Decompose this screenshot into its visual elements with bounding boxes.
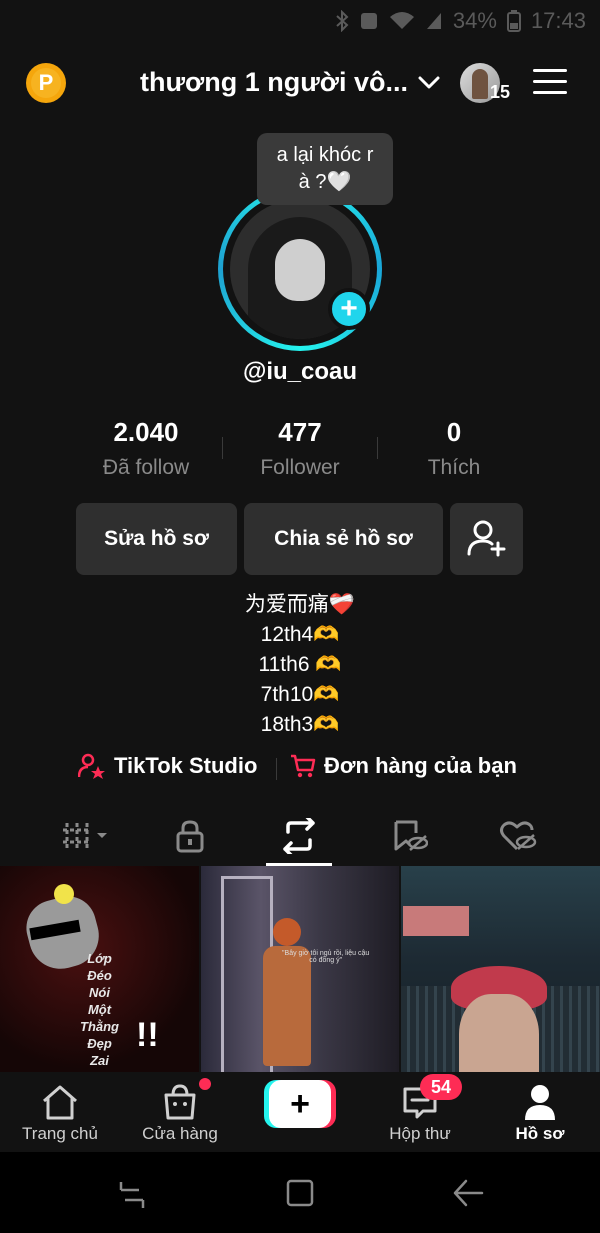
edit-profile-button[interactable]: Sửa hồ sơ <box>76 503 237 575</box>
heart-eye-icon <box>500 821 537 851</box>
back-arrow-icon <box>453 1179 484 1207</box>
bio-line: 为爱而痛❤️‍🩹 <box>244 593 356 616</box>
bookmark-eye-icon <box>394 820 428 851</box>
create-button[interactable]: + <box>264 1080 336 1128</box>
note-line-1: a lại khóc r <box>276 144 374 166</box>
nav-label: Hộp thư <box>389 1124 451 1143</box>
account-name: thương 1 người vô... <box>140 67 408 97</box>
share-profile-button[interactable]: Chia sẻ hồ sơ <box>244 503 443 575</box>
menu-icon[interactable] <box>533 69 567 95</box>
battery-percent: 34% <box>452 8 497 33</box>
nav-label: Trang chủ <box>22 1124 98 1143</box>
bio-line: 11th6 🫶 <box>258 653 342 676</box>
wifi-icon <box>389 12 414 29</box>
battery-icon <box>506 10 521 32</box>
shop-notification-dot <box>199 1078 211 1090</box>
studio-icon <box>78 753 105 779</box>
plus-icon: + <box>269 1080 331 1128</box>
grid-filter-icon <box>63 823 107 849</box>
add-user-icon <box>467 520 505 557</box>
video-thumbnail[interactable]: Lớp Đéo Nói Một Thằng Đẹp Zai !! <box>0 866 199 1072</box>
home-button[interactable] <box>280 1174 320 1212</box>
tiktok-studio-link[interactable]: TikTok Studio <box>78 753 257 779</box>
stat-followers[interactable]: 477 Follower <box>220 417 380 480</box>
home-icon <box>43 1085 77 1120</box>
add-friends-button[interactable] <box>450 503 523 575</box>
stat-label: Đã follow <box>102 456 190 479</box>
repost-icon <box>283 818 315 854</box>
add-story-button[interactable]: + <box>328 288 370 330</box>
signal-icon <box>426 13 441 29</box>
video-thumbnail[interactable] <box>401 866 600 1072</box>
chevron-down-icon <box>418 76 440 88</box>
inbox-count-badge: 54 <box>420 1074 462 1100</box>
stage-screen-image <box>403 906 470 936</box>
divider <box>276 758 277 780</box>
nav-home[interactable]: Trang chủ <box>0 1072 120 1152</box>
username: @iu_coau <box>242 358 358 385</box>
meme-text: Lớp Đéo Nói Một Thằng Đẹp Zai <box>80 951 119 1068</box>
account-switcher[interactable]: thương 1 người vô... <box>140 67 440 98</box>
back-button[interactable] <box>448 1174 488 1212</box>
exclamation-mark: !! <box>136 1016 159 1054</box>
profile-tabs <box>0 806 600 866</box>
bottom-navigation: Trang chủ Cửa hàng + Hộp thư 54 Hồ sơ <box>0 1072 600 1152</box>
stat-value: 2.040 <box>113 417 179 447</box>
recent-apps-button[interactable] <box>112 1174 152 1212</box>
bio-line: 12th4🫶 <box>260 623 340 646</box>
stat-value: 477 <box>278 417 322 447</box>
shopping-bag-icon <box>164 1084 196 1120</box>
stat-label: Follower <box>260 456 340 479</box>
clock: 17:43 <box>530 8 586 33</box>
cart-icon <box>291 754 316 778</box>
nfc-icon <box>360 13 377 29</box>
bio-line: 18th3🫶 <box>260 713 340 736</box>
stat-likes[interactable]: 0 Thích <box>374 417 534 480</box>
person-icon <box>525 1085 555 1120</box>
tab-videos[interactable] <box>56 814 116 858</box>
nav-label: Hồ sơ <box>515 1124 565 1143</box>
video-caption: "Bây giờ tôi ngủ rồi, liệu cậu có đồng ý… <box>282 950 370 964</box>
nav-profile[interactable]: Hồ sơ <box>480 1072 600 1152</box>
profile-links: TikTok Studio Đơn hàng của bạn <box>0 753 600 785</box>
lock-icon <box>176 820 204 853</box>
person-face-image <box>459 994 540 1072</box>
orders-link[interactable]: Đơn hàng của bạn <box>290 753 517 779</box>
note-bubble[interactable]: a lại khóc r à ?🤍 <box>257 133 393 205</box>
tab-favorites[interactable] <box>380 814 440 858</box>
stat-label: Thích <box>427 456 481 479</box>
orders-label: Đơn hàng của bạn <box>324 753 517 778</box>
stat-value: 0 <box>446 417 462 447</box>
stat-following[interactable]: 2.040 Đã follow <box>66 417 226 480</box>
chick-image <box>54 884 74 904</box>
video-grid: Lớp Đéo Nói Một Thằng Đẹp Zai !! "Bây gi… <box>0 866 600 1072</box>
tab-reposts[interactable] <box>269 814 329 858</box>
bluetooth-icon <box>336 10 349 32</box>
profile-bio: 为爱而痛❤️‍🩹 12th4🫶 11th6 🫶 7th10🫶 18th3🫶 <box>0 590 600 740</box>
studio-label: TikTok Studio <box>114 753 258 778</box>
system-navigation-bar <box>0 1152 600 1233</box>
square-icon <box>286 1179 314 1207</box>
tab-liked[interactable] <box>488 814 548 858</box>
status-bar: 34% 17:43 <box>0 0 600 40</box>
video-thumbnail[interactable]: "Bây giờ tôi ngủ rồi, liệu cậu có đồng ý… <box>200 866 400 1072</box>
coin-icon[interactable]: P <box>26 63 66 103</box>
tab-private[interactable] <box>160 814 220 858</box>
recents-icon <box>119 1182 145 1208</box>
profile-stats: 2.040 Đã follow 477 Follower 0 Thích <box>0 417 600 487</box>
bio-line: 7th10🫶 <box>260 683 340 706</box>
nav-label: Cửa hàng <box>142 1124 218 1143</box>
profile-top-bar: P thương 1 người vô... 15 <box>0 55 600 115</box>
account-count-badge: 15 <box>490 82 511 102</box>
nav-shop[interactable]: Cửa hàng <box>120 1072 240 1152</box>
note-line-2: à ?🤍 <box>298 171 352 193</box>
clown-image <box>262 918 311 1068</box>
